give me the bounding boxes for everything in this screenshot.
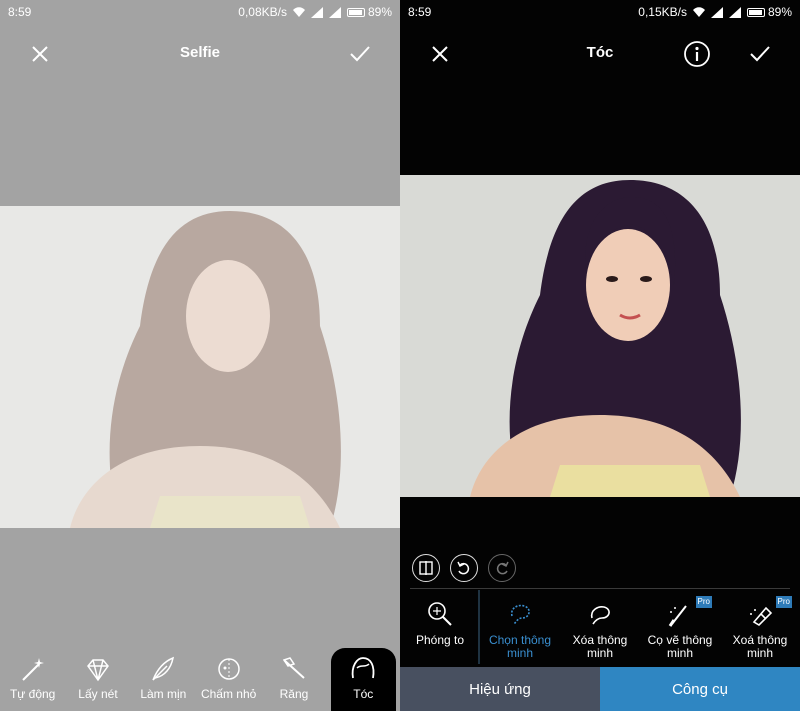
battery-level: 89% <box>367 5 392 19</box>
tool-spots[interactable]: Chấm nhỏ <box>196 648 261 711</box>
tool-teeth[interactable]: Răng <box>261 648 326 711</box>
status-time: 8:59 <box>408 5 432 19</box>
tool-hair[interactable]: Tóc <box>330 648 396 711</box>
signal-icon <box>328 6 341 18</box>
tool-label: Làm mịn <box>140 687 187 701</box>
tool-eraser[interactable]: Pro Xoá thông minh <box>720 590 800 666</box>
tool-label: Cọ vẽ thông minh <box>647 633 713 660</box>
tool-label: Tóc <box>353 687 374 701</box>
wifi-icon <box>692 6 705 17</box>
network-speed: 0,08KB/s <box>238 5 287 19</box>
redo-icon <box>496 561 509 575</box>
toothbrush-icon <box>282 657 305 679</box>
compare-icon <box>419 561 433 575</box>
tool-label: Phóng to <box>415 633 465 647</box>
tab-effects[interactable]: Hiệu ứng <box>400 667 600 711</box>
bottom-tabs: Hiệu ứng Công cụ <box>400 667 800 711</box>
info-button[interactable] <box>681 38 713 70</box>
tool-smart-brush[interactable]: Pro Cọ vẽ thông minh <box>640 590 720 666</box>
spot-icon <box>217 658 240 680</box>
tool-smart-select[interactable]: Chọn thông minh <box>480 590 560 666</box>
tool-label: Tự động <box>9 687 56 701</box>
tool-label: Răng <box>279 687 309 701</box>
photo-editor-canvas[interactable] <box>400 175 800 497</box>
tool-label: Chấm nhỏ <box>200 687 257 701</box>
info-icon <box>684 41 710 67</box>
confirm-button[interactable] <box>744 38 776 70</box>
pro-badge: Pro <box>775 596 792 608</box>
magic-wand-icon <box>21 658 44 681</box>
wifi-icon <box>292 6 305 17</box>
tool-label: Lấy nét <box>78 687 118 701</box>
feather-icon <box>152 656 175 681</box>
confirm-button[interactable] <box>344 38 376 70</box>
selfie-panel: 8:59 0,08KB/s 89% Selfie Tự động Lấy nét… <box>0 0 400 711</box>
smart-brush-icon <box>668 605 687 627</box>
undo-icon <box>457 561 470 575</box>
check-icon <box>350 46 370 62</box>
tool-label: Xoá thông minh <box>732 633 788 660</box>
undo-button[interactable] <box>450 554 478 582</box>
hair-icon <box>352 657 375 679</box>
compare-button[interactable] <box>412 554 440 582</box>
edit-controls <box>412 554 516 582</box>
network-speed: 0,15KB/s <box>638 5 687 19</box>
diamond-icon <box>87 659 109 682</box>
battery-icon <box>746 7 765 17</box>
tool-sharpen[interactable]: Lấy nét <box>65 648 130 711</box>
page-title: Tóc <box>586 44 614 61</box>
divider <box>410 588 790 589</box>
eraser-icon <box>750 606 773 627</box>
signal-icon <box>310 6 323 18</box>
redo-button[interactable] <box>488 554 516 582</box>
top-bar: Selfie <box>0 28 400 80</box>
tool-smooth[interactable]: Làm mịn <box>131 648 196 711</box>
hair-panel: 8:59 0,15KB/s 89% Tóc Phóng to Chọn thôn… <box>400 0 800 711</box>
signal-icon <box>728 6 741 18</box>
selfie-toolbar: Tự động Lấy nét Làm mịn Chấm nhỏ Răng Tó… <box>0 648 400 711</box>
smart-select-icon <box>510 604 530 625</box>
battery-icon <box>346 7 365 17</box>
check-icon <box>750 46 770 62</box>
tool-label: Xóa thông minh <box>572 633 628 660</box>
photo-preview[interactable] <box>0 206 400 528</box>
signal-icon <box>710 6 723 18</box>
top-bar: Tóc <box>400 28 800 80</box>
page-title: Selfie <box>179 44 221 61</box>
pro-badge: Pro <box>695 596 712 608</box>
tab-tools[interactable]: Công cụ <box>600 667 800 711</box>
portrait-image <box>0 206 400 528</box>
portrait-image <box>400 175 800 497</box>
status-time: 8:59 <box>8 5 32 19</box>
smart-erase-icon <box>590 606 610 625</box>
hair-toolbar: Phóng to Chọn thông minh Xóa thông minh … <box>400 590 800 666</box>
tool-auto[interactable]: Tự động <box>0 648 65 711</box>
status-bar: 8:59 0,15KB/s 89% <box>400 0 800 24</box>
zoom-icon <box>428 602 452 626</box>
tool-zoom[interactable]: Phóng to <box>400 590 480 666</box>
battery-level: 89% <box>767 5 792 19</box>
status-bar: 8:59 0,08KB/s 89% <box>0 0 400 24</box>
tool-smart-erase[interactable]: Xóa thông minh <box>560 590 640 666</box>
tool-label: Chọn thông minh <box>488 633 552 660</box>
